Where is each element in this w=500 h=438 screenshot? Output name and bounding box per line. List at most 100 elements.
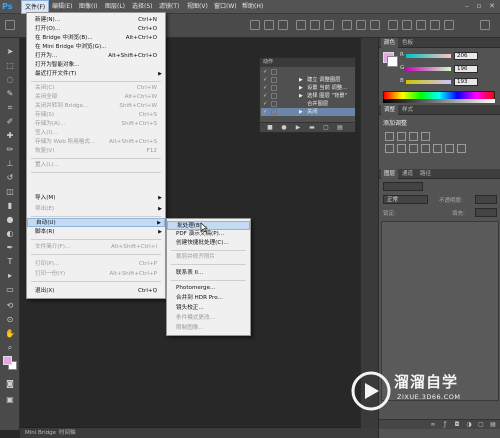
brush-tool-icon[interactable]: ✏ bbox=[4, 144, 16, 156]
menu-item-export[interactable]: 导出(E) ▶ bbox=[27, 205, 165, 214]
brightness-contrast-icon[interactable] bbox=[385, 132, 394, 141]
menu-item-photomerge[interactable]: Photomerge... bbox=[167, 284, 250, 293]
menu-item-import[interactable]: 导入(M) ▶ bbox=[27, 194, 165, 203]
tab-swatches[interactable]: 色板 bbox=[399, 38, 416, 48]
type-tool-icon[interactable]: T bbox=[4, 256, 16, 268]
distribute-icon[interactable] bbox=[296, 20, 306, 30]
exposure-icon[interactable] bbox=[421, 132, 430, 141]
expand-triangle-icon[interactable]: ▶ bbox=[299, 108, 303, 116]
menu-item-new[interactable]: 新建(N)... Ctrl+N bbox=[27, 16, 165, 25]
menu-item-crop-straighten[interactable]: 裁剪并修齐照片 bbox=[167, 253, 250, 262]
blur-tool-icon[interactable]: ● bbox=[4, 214, 16, 226]
check-icon[interactable]: ✓ bbox=[263, 84, 267, 92]
channel-mixer-icon[interactable] bbox=[445, 144, 454, 153]
3d-mode-icon[interactable] bbox=[444, 20, 454, 30]
crop-tool-icon[interactable]: ⌗ bbox=[4, 102, 16, 114]
tab-styles[interactable]: 样式 bbox=[399, 105, 416, 115]
check-icon[interactable]: ✓ bbox=[263, 68, 267, 76]
menu-help[interactable]: 帮助(H) bbox=[239, 0, 266, 14]
menu-item-scripts[interactable]: 脚本(R) ▶ bbox=[27, 228, 165, 237]
action-row-selected[interactable]: ✓ ▶ 关闭 bbox=[261, 108, 355, 116]
opacity-field[interactable] bbox=[475, 195, 497, 204]
red-value-field[interactable]: 206 bbox=[454, 52, 478, 60]
menu-item-check-in[interactable]: 签入(I)... bbox=[27, 129, 165, 138]
color-panel-bg-swatch[interactable] bbox=[387, 56, 398, 67]
hand-tool-icon[interactable]: ✋ bbox=[4, 328, 16, 340]
workspace-icon[interactable] bbox=[480, 20, 490, 30]
history-brush-tool-icon[interactable]: ↺ bbox=[4, 172, 16, 184]
red-slider[interactable] bbox=[406, 54, 451, 58]
menu-item-automate[interactable]: 自动(U) ▶ bbox=[27, 218, 165, 227]
tab-timeline[interactable]: 时间轴 bbox=[56, 429, 79, 438]
menu-item-exit[interactable]: 退出(X) Ctrl+Q bbox=[27, 287, 165, 296]
record-icon[interactable]: ● bbox=[280, 124, 288, 132]
menu-item-open-recent[interactable]: 最近打开文件(T) ▶ bbox=[27, 70, 165, 79]
action-row[interactable]: ✓ ▶ 建立 调整图层 bbox=[261, 76, 355, 84]
distribute-icon[interactable] bbox=[356, 20, 366, 30]
tab-paths[interactable]: 路径 bbox=[417, 169, 434, 179]
move-tool-icon[interactable] bbox=[5, 20, 15, 30]
check-icon[interactable]: ✓ bbox=[263, 108, 267, 116]
menu-item-file-info[interactable]: 文件简介(F)... Alt+Shift+Ctrl+I bbox=[27, 243, 165, 252]
menu-item-create-droplet[interactable]: 创建快捷批处理(C)... bbox=[167, 239, 250, 248]
menu-item-save-as[interactable]: 存储为(A)... Shift+Ctrl+S bbox=[27, 120, 165, 129]
new-layer-icon[interactable]: ▢ bbox=[477, 421, 485, 429]
layer-filter-select[interactable] bbox=[383, 182, 423, 191]
hue-saturation-icon[interactable] bbox=[397, 144, 406, 153]
distribute-icon[interactable] bbox=[370, 20, 380, 30]
menu-item-browse-mini-bridge[interactable]: 在 Mini Bridge 中浏览(G)... bbox=[27, 43, 165, 52]
3d-mode-icon[interactable] bbox=[430, 20, 440, 30]
marquee-tool-icon[interactable]: ⬚ bbox=[4, 60, 16, 72]
align-icon[interactable] bbox=[264, 20, 274, 30]
distribute-icon[interactable] bbox=[310, 20, 320, 30]
tab-mini-bridge[interactable]: Mini Bridge bbox=[22, 429, 59, 438]
menu-item-merge-hdr[interactable]: 合并到 HDR Pro... bbox=[167, 294, 250, 303]
green-value-field[interactable]: 196 bbox=[454, 65, 478, 73]
eraser-tool-icon[interactable]: ◫ bbox=[4, 186, 16, 198]
minimize-icon[interactable]: – bbox=[462, 2, 472, 11]
check-icon[interactable]: ✓ bbox=[263, 76, 267, 84]
distribute-icon[interactable] bbox=[324, 20, 334, 30]
color-balance-icon[interactable] bbox=[409, 144, 418, 153]
align-icon[interactable] bbox=[278, 20, 288, 30]
pen-tool-icon[interactable]: ✒ bbox=[4, 242, 16, 254]
menu-view[interactable]: 视图(V) bbox=[184, 0, 211, 14]
photo-filter-icon[interactable] bbox=[433, 144, 442, 153]
dialog-toggle-icon[interactable] bbox=[271, 77, 277, 83]
curves-icon[interactable] bbox=[409, 132, 418, 141]
shape-tool-icon[interactable]: ▭ bbox=[4, 284, 16, 296]
action-row[interactable]: ✓ 合并图层 bbox=[261, 100, 355, 108]
expand-triangle-icon[interactable]: ▶ bbox=[299, 76, 303, 84]
path-select-tool-icon[interactable]: ▸ bbox=[4, 270, 16, 282]
dialog-toggle-icon[interactable] bbox=[271, 85, 277, 91]
3d-mode-icon[interactable] bbox=[416, 20, 426, 30]
action-row[interactable]: ✓ ▶ 设置 当前 调整... bbox=[261, 84, 355, 92]
dialog-toggle-icon[interactable] bbox=[271, 101, 277, 107]
menu-item-conditional-mode-change[interactable]: 条件模式更改... bbox=[167, 314, 250, 323]
new-action-icon[interactable]: ▢ bbox=[322, 124, 330, 132]
menu-item-save[interactable]: 存储(S) Ctrl+S bbox=[27, 111, 165, 120]
dodge-tool-icon[interactable]: ◐ bbox=[4, 228, 16, 240]
tab-color[interactable]: 颜色 bbox=[381, 38, 399, 48]
menu-item-close-go-bridge[interactable]: 关闭并转到 Bridge... Shift+Ctrl+W bbox=[27, 102, 165, 111]
action-row[interactable]: ✓ bbox=[261, 68, 355, 76]
quick-select-tool-icon[interactable]: ✎ bbox=[4, 88, 16, 100]
distribute-icon[interactable] bbox=[342, 20, 352, 30]
menu-item-save-for-web[interactable]: 存储为 Web 所用格式... Alt+Shift+Ctrl+S bbox=[27, 138, 165, 147]
screen-mode-icon[interactable]: ▣ bbox=[4, 394, 16, 406]
restore-icon[interactable]: ▫ bbox=[474, 2, 484, 11]
foreground-color-swatch[interactable] bbox=[3, 356, 12, 365]
menu-item-contact-sheet[interactable]: 联系表 II... bbox=[167, 269, 250, 278]
menu-item-open-as[interactable]: 打开为... Alt+Shift+Ctrl+O bbox=[27, 52, 165, 61]
black-white-icon[interactable] bbox=[421, 144, 430, 153]
new-set-icon[interactable]: ▬ bbox=[308, 124, 316, 132]
quick-mask-icon[interactable]: ◙ bbox=[4, 378, 16, 390]
3d-mode-icon[interactable] bbox=[402, 20, 412, 30]
layer-style-icon[interactable]: ƒ bbox=[441, 421, 449, 429]
menu-item-revert[interactable]: 恢复(V) F12 bbox=[27, 147, 165, 156]
lasso-tool-icon[interactable]: ◌ bbox=[4, 74, 16, 86]
tab-layers[interactable]: 图层 bbox=[381, 169, 399, 179]
gradient-tool-icon[interactable]: ▮ bbox=[4, 200, 16, 212]
align-icon[interactable] bbox=[250, 20, 260, 30]
actions-panel-tab[interactable]: 动作 bbox=[260, 58, 355, 67]
